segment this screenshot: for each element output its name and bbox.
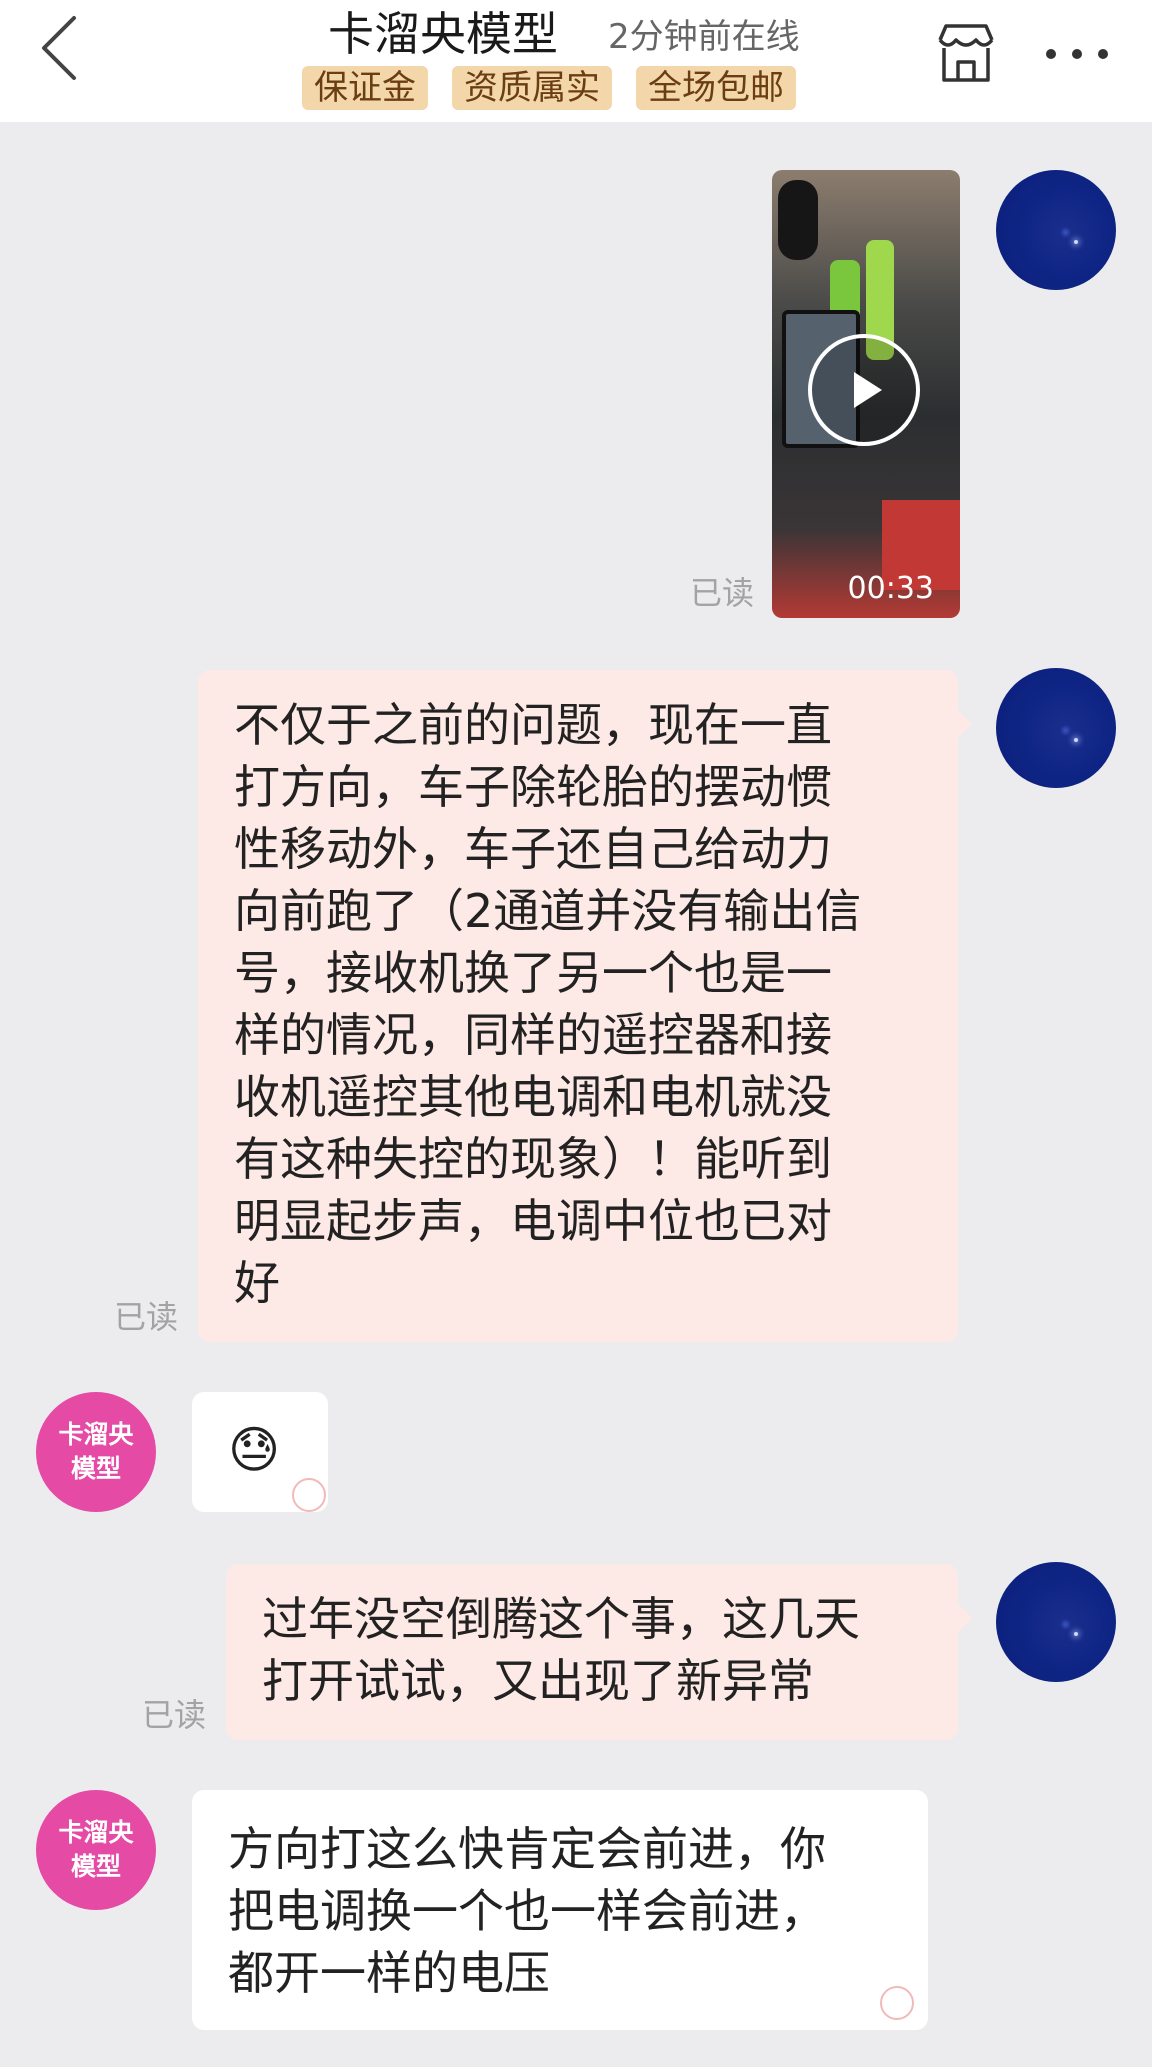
more-icon-dot [1098, 49, 1108, 59]
read-receipt: 已读 [690, 574, 755, 612]
my-avatar[interactable] [996, 668, 1116, 788]
message-bubble[interactable]: 方向打这么快肯定会前进，你 把电调换一个也一样会前进， 都开一样的电压 [192, 1790, 928, 2030]
chat-header: 卡溜央模型 2分钟前在线 保证金 资质属实 全场包邮 [0, 0, 1152, 122]
message-bubble[interactable]: 过年没空倒腾这个事，这几天 打开试试，又出现了新异常 [226, 1564, 972, 1740]
message-line: 好 [234, 1256, 280, 1310]
shop-button[interactable] [930, 18, 1002, 90]
play-icon[interactable] [808, 334, 920, 446]
message-bubble[interactable]: 不仅于之前的问题，现在一直 打方向，车子除轮胎的摆动惯 性移动外，车子还自己给动… [198, 670, 972, 1342]
online-status: 2分钟前在线 [608, 17, 800, 57]
message-line: 方向打这么快肯定会前进，你 [228, 1822, 826, 1876]
more-icon-dot [1072, 49, 1082, 59]
video-thumbnail [778, 180, 818, 260]
message-line: 性移动外，车子还自己给动力 [234, 822, 832, 876]
shop-avatar-line1: 卡溜央 [58, 1420, 134, 1449]
badge-deposit[interactable]: 保证金 [302, 66, 428, 110]
read-receipt: 已读 [142, 1696, 207, 1734]
shop-avatar[interactable]: 卡溜央 模型 [36, 1790, 156, 1910]
video-message[interactable]: 00:33 [772, 170, 960, 618]
message-line: 号，接收机换了另一个也是一 [234, 946, 832, 1000]
sweat-emoji-icon: 😓 [228, 1421, 281, 1479]
my-avatar[interactable] [996, 1562, 1116, 1682]
badge-verified[interactable]: 资质属实 [452, 66, 612, 110]
shop-icon [938, 24, 994, 82]
shop-avatar[interactable]: 卡溜央 模型 [36, 1392, 156, 1512]
message-line: 把电调换一个也一样会前进， [228, 1884, 826, 1938]
shop-avatar-line2: 模型 [70, 1454, 121, 1483]
message-line: 有这种失控的现象）！能听到 [234, 1132, 832, 1186]
more-button[interactable] [1034, 34, 1120, 74]
chat-title[interactable]: 卡溜央模型 [328, 4, 558, 64]
more-icon [1046, 49, 1056, 59]
video-duration: 00:33 [847, 571, 934, 606]
shop-avatar-line2: 模型 [70, 1852, 121, 1881]
message-line: 收机遥控其他电调和电机就没 [234, 1070, 832, 1124]
message-line: 不仅于之前的问题，现在一直 [234, 698, 832, 752]
message-line: 打开试试，又出现了新异常 [262, 1654, 814, 1708]
emoji-bubble[interactable]: 😓 [192, 1392, 328, 1512]
message-line: 样的情况，同样的遥控器和接 [234, 1008, 832, 1062]
badge-free-shipping[interactable]: 全场包邮 [636, 66, 796, 110]
message-line: 打方向，车子除轮胎的摆动惯 [234, 760, 832, 814]
read-receipt: 已读 [114, 1298, 179, 1336]
message-line: 都开一样的电压 [228, 1946, 550, 2000]
shop-badges: 保证金 资质属实 全场包邮 [302, 66, 796, 110]
watermark-icon [880, 1986, 914, 2020]
message-line: 过年没空倒腾这个事，这几天 [262, 1592, 860, 1646]
message-line: 明显起步声，电调中位也已对 [234, 1194, 832, 1248]
back-arrow-icon [42, 16, 76, 80]
my-avatar[interactable] [996, 170, 1116, 290]
shop-avatar-line1: 卡溜央 [58, 1818, 134, 1847]
back-button[interactable] [30, 8, 90, 88]
message-line: 向前跑了（2通道并没有输出信 [234, 884, 862, 938]
watermark-icon [292, 1478, 326, 1512]
